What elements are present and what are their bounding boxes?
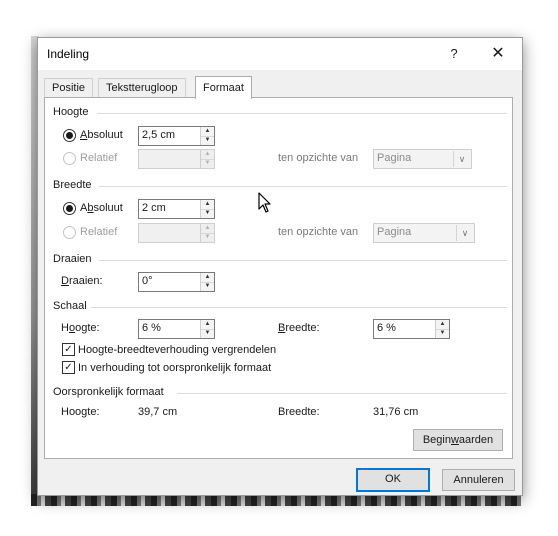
stepper-down-icon[interactable]: ▼ xyxy=(201,209,214,218)
width-relative-to-label: ten opzichte van xyxy=(278,226,359,238)
width-relative-label: Relatief xyxy=(80,226,118,238)
rotate-label-rest: raaien: xyxy=(68,275,103,287)
chevron-down-icon: ∨ xyxy=(453,151,470,167)
original-width-value: 31,76 cm xyxy=(373,406,419,418)
formaat-panel: Hoogte Absoluut 2,5 cm ▲ ▼ Relatief ▲ ▼ … xyxy=(44,97,513,459)
format-dialog: Indeling ? ✕ Positie Tekstterugloop Form… xyxy=(37,37,523,496)
height-absolute-radio[interactable] xyxy=(63,129,76,142)
original-height-value: 39,7 cm xyxy=(138,406,178,418)
section-scale-title: Schaal xyxy=(53,300,87,312)
width-absolute-label-rest: soluut xyxy=(93,202,123,214)
stepper-down-icon[interactable]: ▼ xyxy=(436,329,449,338)
scale-width-label: Breedte: xyxy=(278,322,320,334)
stepper-down-icon[interactable]: ▼ xyxy=(201,136,214,145)
width-relative-stepper[interactable]: ▲ ▼ xyxy=(138,223,215,243)
scale-height-label: Hoogte: xyxy=(61,322,100,334)
title-bar: Indeling ? ✕ xyxy=(38,38,522,70)
rotate-label: Draaien: xyxy=(61,275,103,287)
separator xyxy=(97,113,507,114)
stepper-buttons: ▲ ▼ xyxy=(200,200,214,218)
section-height-title: Hoogte xyxy=(53,106,89,118)
separator xyxy=(99,186,507,187)
ok-button[interactable]: OK xyxy=(356,468,430,492)
height-relative-to-select[interactable]: Pagina ∨ xyxy=(373,149,472,169)
rotate-value: 0° xyxy=(142,275,153,287)
width-absolute-stepper[interactable]: 2 cm ▲ ▼ xyxy=(138,199,215,219)
dialog-title: Indeling xyxy=(47,47,90,61)
stepper-buttons: ▲ ▼ xyxy=(200,150,214,168)
original-width-label: Breedte: xyxy=(278,406,320,418)
original-height-label: Hoogte: xyxy=(61,406,100,418)
height-relative-label: Relatief xyxy=(80,152,118,164)
tab-formaat[interactable]: Formaat xyxy=(195,76,252,99)
stepper-down-icon[interactable]: ▼ xyxy=(201,329,214,338)
close-button[interactable]: ✕ xyxy=(484,42,512,66)
height-relative-to-label: ten opzichte van xyxy=(278,152,359,164)
width-absolute-radio[interactable] xyxy=(63,202,76,215)
mouse-pointer-icon xyxy=(258,192,271,213)
height-absolute-label: Absoluut xyxy=(80,129,123,141)
scale-height-value: 6 % xyxy=(142,322,161,334)
separator xyxy=(91,307,507,308)
width-relative-to-select[interactable]: Pagina ∨ xyxy=(373,223,475,243)
width-absolute-value: 2 cm xyxy=(142,202,166,214)
width-relative-to-value: Pagina xyxy=(377,226,412,238)
stepper-down-icon[interactable]: ▼ xyxy=(201,233,214,242)
section-rotate-title: Draaien xyxy=(53,253,92,265)
separator xyxy=(99,260,507,261)
scale-width-value: 6 % xyxy=(377,322,396,334)
stepper-buttons: ▲ ▼ xyxy=(200,320,214,338)
relative-original-checkbox[interactable]: ✓ xyxy=(62,361,75,374)
width-absolute-label: Absoluut xyxy=(80,202,123,214)
width-relative-radio[interactable] xyxy=(63,226,76,239)
cancel-button[interactable]: Annuleren xyxy=(442,469,515,491)
scale-height-stepper[interactable]: 6 % ▲ ▼ xyxy=(138,319,215,339)
height-relative-radio[interactable] xyxy=(63,152,76,165)
lock-aspect-checkbox[interactable]: ✓ xyxy=(62,343,75,356)
height-relative-stepper[interactable]: ▲ ▼ xyxy=(138,149,215,169)
reset-button-rest: aarden xyxy=(458,434,494,446)
scale-width-stepper[interactable]: 6 % ▲ ▼ xyxy=(373,319,450,339)
rotate-stepper[interactable]: 0° ▲ ▼ xyxy=(138,272,215,292)
stepper-down-icon[interactable]: ▼ xyxy=(201,159,214,168)
tab-positie[interactable]: Positie xyxy=(44,78,94,98)
chevron-down-icon: ∨ xyxy=(456,225,473,241)
separator xyxy=(177,393,507,394)
height-absolute-value: 2,5 cm xyxy=(142,129,176,141)
scale-height-label-rest: ogte: xyxy=(75,322,100,334)
reset-button[interactable]: Beginwaarden xyxy=(413,429,503,451)
lock-aspect-label: Hoogte-breedteverhouding vergrendelen xyxy=(78,344,277,356)
stepper-buttons: ▲ ▼ xyxy=(200,224,214,242)
height-relative-to-value: Pagina xyxy=(377,152,412,164)
help-button[interactable]: ? xyxy=(440,42,468,66)
stepper-buttons: ▲ ▼ xyxy=(435,320,449,338)
section-original-title: Oorspronkelijk formaat xyxy=(53,386,164,398)
tab-tekstterugloop[interactable]: Tekstterugloop xyxy=(98,78,186,98)
stepper-down-icon[interactable]: ▼ xyxy=(201,282,214,291)
scale-width-label-rest: reedte: xyxy=(285,322,320,334)
height-absolute-label-rest: bsoluut xyxy=(87,129,123,141)
height-absolute-stepper[interactable]: 2,5 cm ▲ ▼ xyxy=(138,126,215,146)
stepper-buttons: ▲ ▼ xyxy=(200,273,214,291)
stepper-buttons: ▲ ▼ xyxy=(200,127,214,145)
section-width-title: Breedte xyxy=(53,179,92,191)
relative-original-label: In verhouding tot oorspronkelijk formaat xyxy=(78,362,272,374)
